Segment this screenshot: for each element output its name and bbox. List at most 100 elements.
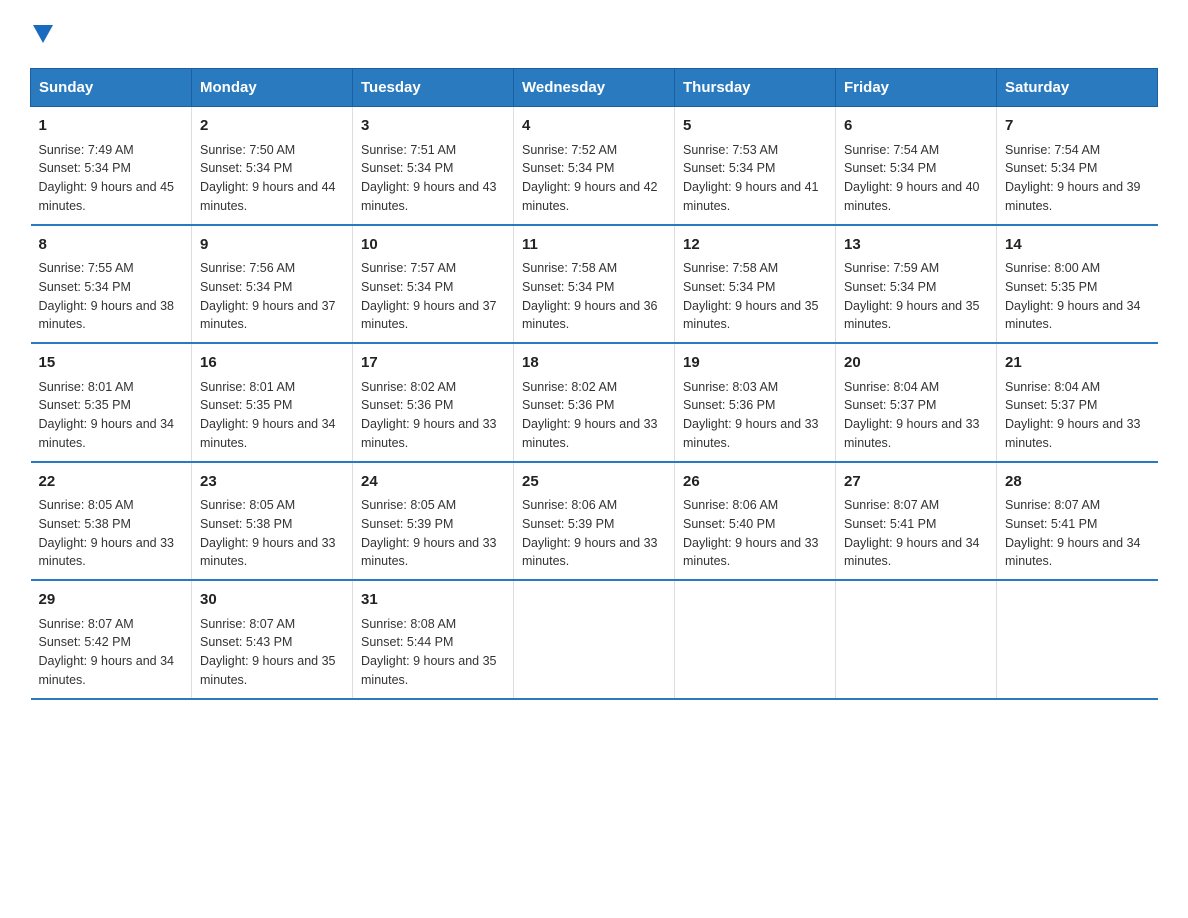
day-daylight: Daylight: 9 hours and 43 minutes. [361,178,505,216]
day-sunrise: Sunrise: 7:49 AM [39,141,184,160]
table-row: 15 Sunrise: 8:01 AM Sunset: 5:35 PM Dayl… [31,343,192,462]
table-row: 13 Sunrise: 7:59 AM Sunset: 5:34 PM Dayl… [836,225,997,344]
table-row: 11 Sunrise: 7:58 AM Sunset: 5:34 PM Dayl… [514,225,675,344]
day-number: 16 [200,352,344,375]
day-sunset: Sunset: 5:38 PM [39,515,184,534]
day-daylight: Daylight: 9 hours and 36 minutes. [522,297,666,335]
day-sunrise: Sunrise: 8:05 AM [361,496,505,515]
day-sunrise: Sunrise: 7:56 AM [200,259,344,278]
day-sunrise: Sunrise: 7:51 AM [361,141,505,160]
table-row: 27 Sunrise: 8:07 AM Sunset: 5:41 PM Dayl… [836,462,997,581]
day-number: 13 [844,234,988,257]
day-daylight: Daylight: 9 hours and 42 minutes. [522,178,666,216]
day-sunrise: Sunrise: 8:07 AM [39,615,184,634]
day-number: 11 [522,234,666,257]
day-sunrise: Sunrise: 8:04 AM [1005,378,1150,397]
calendar-week-row: 15 Sunrise: 8:01 AM Sunset: 5:35 PM Dayl… [31,343,1158,462]
table-row: 2 Sunrise: 7:50 AM Sunset: 5:34 PM Dayli… [192,107,353,225]
day-daylight: Daylight: 9 hours and 33 minutes. [522,415,666,453]
table-row: 23 Sunrise: 8:05 AM Sunset: 5:38 PM Dayl… [192,462,353,581]
col-tuesday: Tuesday [353,69,514,107]
logo-triangle-icon [33,25,53,43]
day-sunset: Sunset: 5:39 PM [361,515,505,534]
day-number: 23 [200,471,344,494]
table-row: 16 Sunrise: 8:01 AM Sunset: 5:35 PM Dayl… [192,343,353,462]
table-row [675,580,836,699]
day-sunrise: Sunrise: 8:03 AM [683,378,827,397]
day-sunrise: Sunrise: 8:01 AM [39,378,184,397]
day-number: 10 [361,234,505,257]
table-row [514,580,675,699]
calendar-week-row: 1 Sunrise: 7:49 AM Sunset: 5:34 PM Dayli… [31,107,1158,225]
table-row: 17 Sunrise: 8:02 AM Sunset: 5:36 PM Dayl… [353,343,514,462]
day-sunset: Sunset: 5:37 PM [1005,396,1150,415]
calendar-week-row: 8 Sunrise: 7:55 AM Sunset: 5:34 PM Dayli… [31,225,1158,344]
day-daylight: Daylight: 9 hours and 41 minutes. [683,178,827,216]
day-daylight: Daylight: 9 hours and 33 minutes. [200,534,344,572]
day-sunrise: Sunrise: 7:52 AM [522,141,666,160]
day-daylight: Daylight: 9 hours and 35 minutes. [361,652,505,690]
day-number: 8 [39,234,184,257]
day-daylight: Daylight: 9 hours and 45 minutes. [39,178,184,216]
day-daylight: Daylight: 9 hours and 33 minutes. [844,415,988,453]
table-row [836,580,997,699]
day-sunset: Sunset: 5:34 PM [522,159,666,178]
day-sunset: Sunset: 5:44 PM [361,633,505,652]
day-sunset: Sunset: 5:35 PM [39,396,184,415]
table-row: 3 Sunrise: 7:51 AM Sunset: 5:34 PM Dayli… [353,107,514,225]
day-number: 26 [683,471,827,494]
day-number: 24 [361,471,505,494]
day-daylight: Daylight: 9 hours and 33 minutes. [683,534,827,572]
day-sunset: Sunset: 5:39 PM [522,515,666,534]
day-sunset: Sunset: 5:41 PM [1005,515,1150,534]
day-number: 18 [522,352,666,375]
table-row: 28 Sunrise: 8:07 AM Sunset: 5:41 PM Dayl… [997,462,1158,581]
day-number: 14 [1005,234,1150,257]
day-sunrise: Sunrise: 8:07 AM [844,496,988,515]
day-sunrise: Sunrise: 8:02 AM [361,378,505,397]
day-sunset: Sunset: 5:43 PM [200,633,344,652]
logo-icon [30,20,53,48]
calendar-week-row: 29 Sunrise: 8:07 AM Sunset: 5:42 PM Dayl… [31,580,1158,699]
day-number: 4 [522,115,666,138]
table-row: 26 Sunrise: 8:06 AM Sunset: 5:40 PM Dayl… [675,462,836,581]
day-sunset: Sunset: 5:34 PM [522,278,666,297]
day-daylight: Daylight: 9 hours and 33 minutes. [683,415,827,453]
day-daylight: Daylight: 9 hours and 34 minutes. [1005,297,1150,335]
day-sunset: Sunset: 5:36 PM [522,396,666,415]
day-number: 1 [39,115,184,138]
day-number: 27 [844,471,988,494]
day-sunrise: Sunrise: 7:55 AM [39,259,184,278]
table-row [997,580,1158,699]
day-number: 7 [1005,115,1150,138]
day-daylight: Daylight: 9 hours and 33 minutes. [522,534,666,572]
table-row: 18 Sunrise: 8:02 AM Sunset: 5:36 PM Dayl… [514,343,675,462]
day-number: 9 [200,234,344,257]
day-number: 25 [522,471,666,494]
day-sunset: Sunset: 5:34 PM [361,159,505,178]
day-sunrise: Sunrise: 7:59 AM [844,259,988,278]
table-row: 25 Sunrise: 8:06 AM Sunset: 5:39 PM Dayl… [514,462,675,581]
day-sunset: Sunset: 5:38 PM [200,515,344,534]
day-sunrise: Sunrise: 8:07 AM [1005,496,1150,515]
day-sunrise: Sunrise: 7:50 AM [200,141,344,160]
day-number: 22 [39,471,184,494]
day-sunrise: Sunrise: 8:05 AM [39,496,184,515]
day-number: 31 [361,589,505,612]
logo [30,20,53,48]
table-row: 22 Sunrise: 8:05 AM Sunset: 5:38 PM Dayl… [31,462,192,581]
table-row: 14 Sunrise: 8:00 AM Sunset: 5:35 PM Dayl… [997,225,1158,344]
day-number: 12 [683,234,827,257]
day-number: 30 [200,589,344,612]
day-sunset: Sunset: 5:34 PM [1005,159,1150,178]
table-row: 31 Sunrise: 8:08 AM Sunset: 5:44 PM Dayl… [353,580,514,699]
day-sunset: Sunset: 5:35 PM [200,396,344,415]
day-daylight: Daylight: 9 hours and 37 minutes. [361,297,505,335]
table-row: 9 Sunrise: 7:56 AM Sunset: 5:34 PM Dayli… [192,225,353,344]
day-daylight: Daylight: 9 hours and 34 minutes. [200,415,344,453]
day-sunset: Sunset: 5:40 PM [683,515,827,534]
day-daylight: Daylight: 9 hours and 34 minutes. [844,534,988,572]
day-daylight: Daylight: 9 hours and 34 minutes. [39,652,184,690]
day-sunset: Sunset: 5:34 PM [39,278,184,297]
day-number: 19 [683,352,827,375]
